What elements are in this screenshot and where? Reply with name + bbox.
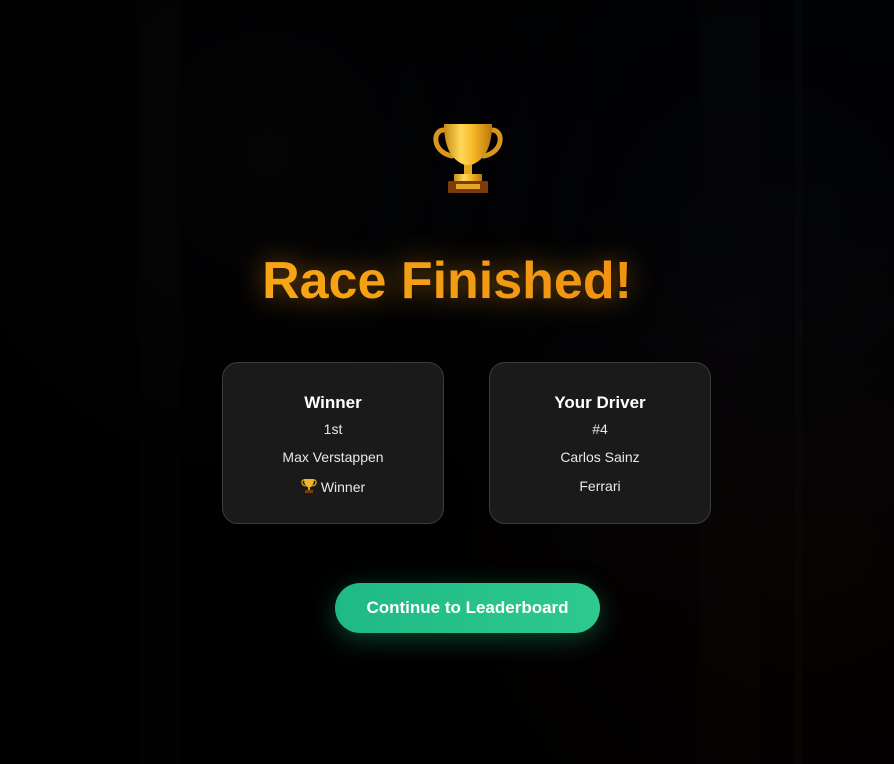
trophy-icon [301,479,317,493]
your-driver-card: Your Driver #4 Carlos Sainz Ferrari [489,362,711,524]
your-driver-card-heading: Your Driver [554,393,646,412]
continue-to-leaderboard-button[interactable]: Continue to Leaderboard [335,583,600,633]
page-title: Race Finished! [0,250,894,312]
winner-card-heading: Winner [304,393,362,412]
trophy-icon [433,124,503,193]
winner-badge: Winner [223,478,443,495]
driver-name: Carlos Sainz [560,449,640,465]
race-finished-modal: Race Finished! Winner 1st Max Verstappen… [0,0,894,764]
winner-badge-label: Winner [320,479,366,495]
driver-number: #4 [592,421,608,437]
winner-position: 1st [323,421,343,437]
driver-team: Ferrari [579,478,621,494]
winner-driver-name: Max Verstappen [282,449,384,465]
winner-card: Winner 1st Max Verstappen Winner [222,362,444,524]
